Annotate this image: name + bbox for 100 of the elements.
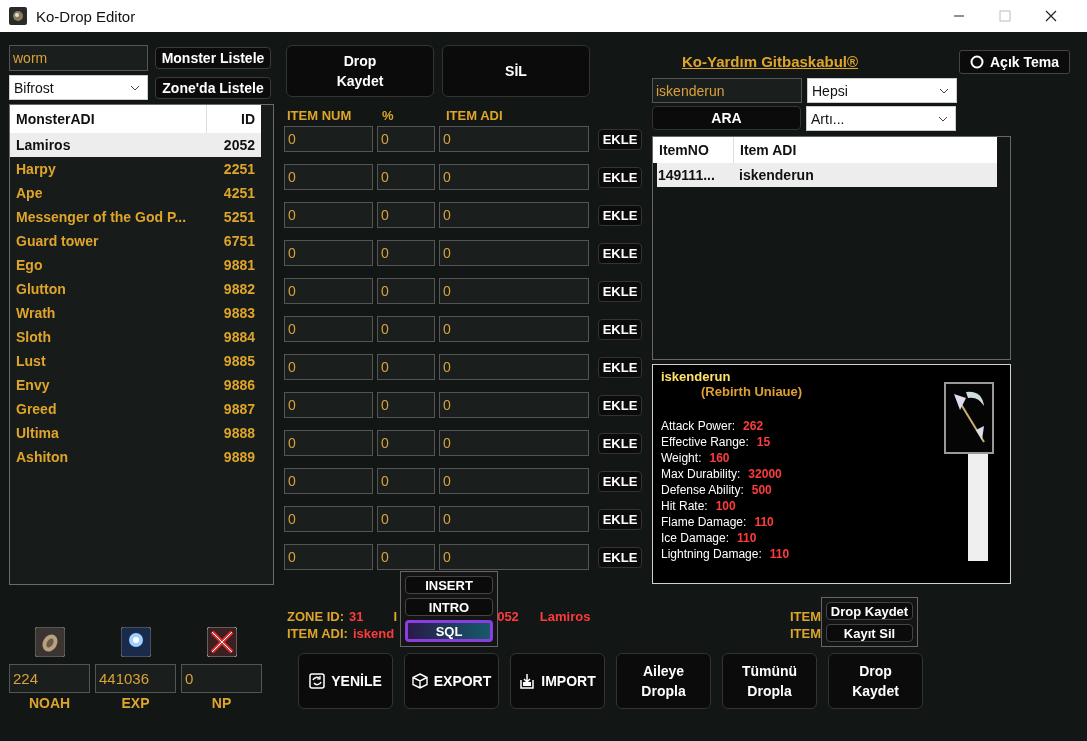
value-field[interactable]: 224 — [9, 664, 90, 693]
monster-list-button[interactable]: Monster Listele — [155, 47, 271, 69]
dropdown[interactable]: Artı... — [806, 106, 956, 131]
table-cell-text: Greed — [15, 401, 58, 417]
app-icon — [9, 7, 27, 25]
dropdown[interactable]: Bifrost — [9, 75, 148, 100]
action-button[interactable]: Aileye Dropla — [616, 653, 711, 709]
input-field[interactable]: 0 — [377, 278, 435, 304]
add-button[interactable]: EKLE — [598, 546, 642, 568]
table-row[interactable]: Ego 9881 — [10, 253, 261, 277]
chevron-down-icon — [130, 84, 140, 91]
value-field[interactable]: 0 — [181, 664, 262, 693]
table-row[interactable]: Lust 9885 — [10, 349, 261, 373]
input-field[interactable]: 0 — [439, 468, 589, 494]
add-button[interactable]: EKLE — [598, 204, 642, 226]
search-field[interactable]: worm — [9, 45, 148, 71]
input-field[interactable]: 0 — [377, 316, 435, 342]
add-button[interactable]: EKLE — [598, 432, 642, 454]
input-field[interactable]: 0 — [439, 278, 589, 304]
input-field[interactable]: 0 — [284, 278, 373, 304]
input-field[interactable]: 0 — [284, 316, 373, 342]
input-field[interactable]: 0 — [284, 468, 373, 494]
input-field[interactable]: 0 — [377, 126, 435, 152]
menu-item[interactable]: INSERT — [405, 576, 493, 594]
input-field[interactable]: 0 — [284, 392, 373, 418]
input-field[interactable]: 0 — [284, 240, 373, 266]
table-row[interactable]: 149111... iskenderun — [657, 163, 997, 187]
table-row[interactable]: Glutton 9882 — [10, 277, 261, 301]
add-button[interactable]: EKLE — [598, 128, 642, 150]
input-field[interactable]: 0 — [439, 202, 589, 228]
stat-label: Max Durability: — [661, 467, 741, 481]
input-field[interactable]: 0 — [439, 506, 589, 532]
input-field[interactable]: 0 — [377, 354, 435, 380]
input-field[interactable]: 0 — [377, 506, 435, 532]
action-button[interactable]: Drop Kaydet — [828, 653, 923, 709]
table-cell-text: Lust — [15, 353, 47, 369]
stat-label: Weight: — [661, 451, 702, 465]
action-button[interactable]: Drop Kaydet — [286, 45, 434, 97]
input-field[interactable]: 0 — [284, 164, 373, 190]
input-field[interactable]: 0 — [284, 506, 373, 532]
menu-item[interactable]: INTRO — [405, 598, 493, 616]
value-field[interactable]: 441036 — [95, 664, 176, 693]
input-field[interactable]: 0 — [377, 202, 435, 228]
table-cell-text: iskenderun — [738, 167, 814, 183]
search-field[interactable]: iskenderun — [652, 78, 802, 103]
table-row[interactable]: Messenger of the God P... 5251 — [10, 205, 261, 229]
input-field[interactable]: 0 — [439, 354, 589, 380]
table-row[interactable]: Lamiros 2052 — [10, 133, 261, 157]
table-row[interactable]: Wrath 9883 — [10, 301, 261, 325]
input-field[interactable]: 0 — [439, 544, 589, 570]
input-field[interactable]: 0 — [439, 316, 589, 342]
action-button[interactable]: Tümünü Dropla — [722, 653, 817, 709]
add-button[interactable]: EKLE — [598, 166, 642, 188]
action-button[interactable]: EXPORT — [404, 653, 499, 709]
table-cell-text: Guard tower — [15, 233, 100, 249]
input-field[interactable]: 0 — [377, 468, 435, 494]
add-button[interactable]: EKLE — [598, 242, 642, 264]
theme-button[interactable]: Açık Tema — [959, 49, 1070, 74]
table-row[interactable]: Sloth 9884 — [10, 325, 261, 349]
table-row[interactable]: Ashiton 9889 — [10, 445, 261, 469]
glowing-orb-icon — [120, 627, 151, 657]
menu-item[interactable]: SQL — [405, 620, 493, 642]
input-field[interactable]: 0 — [284, 126, 373, 152]
add-button[interactable]: EKLE — [598, 394, 642, 416]
input-field[interactable]: 0 — [439, 430, 589, 456]
search-button[interactable]: ARA — [652, 106, 801, 130]
dropdown[interactable]: Hepsi — [807, 78, 957, 103]
table-row[interactable]: Ultima 9888 — [10, 421, 261, 445]
table-row[interactable]: Guard tower 6751 — [10, 229, 261, 253]
add-button[interactable]: EKLE — [598, 280, 642, 302]
zone-list-button[interactable]: Zone'da Listele — [155, 76, 271, 99]
menu-item[interactable]: Kayıt Sil — [826, 624, 913, 642]
input-field[interactable]: 0 — [377, 430, 435, 456]
menu-item[interactable]: Drop Kaydet — [826, 602, 913, 620]
add-button[interactable]: EKLE — [598, 356, 642, 378]
input-field[interactable]: 0 — [439, 240, 589, 266]
link[interactable]: Ko-Yardım Gitbaskabul® — [682, 53, 859, 70]
action-button[interactable]: SİL — [442, 45, 590, 97]
input-field[interactable]: 0 — [284, 354, 373, 380]
input-field[interactable]: 0 — [284, 202, 373, 228]
input-field[interactable]: 0 — [377, 240, 435, 266]
table-row[interactable]: Ape 4251 — [10, 181, 261, 205]
input-field[interactable]: 0 — [377, 164, 435, 190]
input-field[interactable]: 0 — [377, 544, 435, 570]
table-cell-text: 9887 — [222, 401, 256, 417]
action-button[interactable]: YENİLE — [298, 653, 393, 709]
add-button[interactable]: EKLE — [598, 508, 642, 530]
scrollbar[interactable] — [968, 454, 988, 561]
input-field[interactable]: 0 — [439, 392, 589, 418]
input-field[interactable]: 0 — [284, 544, 373, 570]
input-field[interactable]: 0 — [439, 164, 589, 190]
input-field[interactable]: 0 — [284, 430, 373, 456]
table-row[interactable]: Harpy 2251 — [10, 157, 261, 181]
add-button[interactable]: EKLE — [598, 318, 642, 340]
input-field[interactable]: 0 — [439, 126, 589, 152]
action-button[interactable]: IMPORT — [510, 653, 605, 709]
table-row[interactable]: Greed 9887 — [10, 397, 261, 421]
add-button[interactable]: EKLE — [598, 470, 642, 492]
input-field[interactable]: 0 — [377, 392, 435, 418]
table-row[interactable]: Envy 9886 — [10, 373, 261, 397]
